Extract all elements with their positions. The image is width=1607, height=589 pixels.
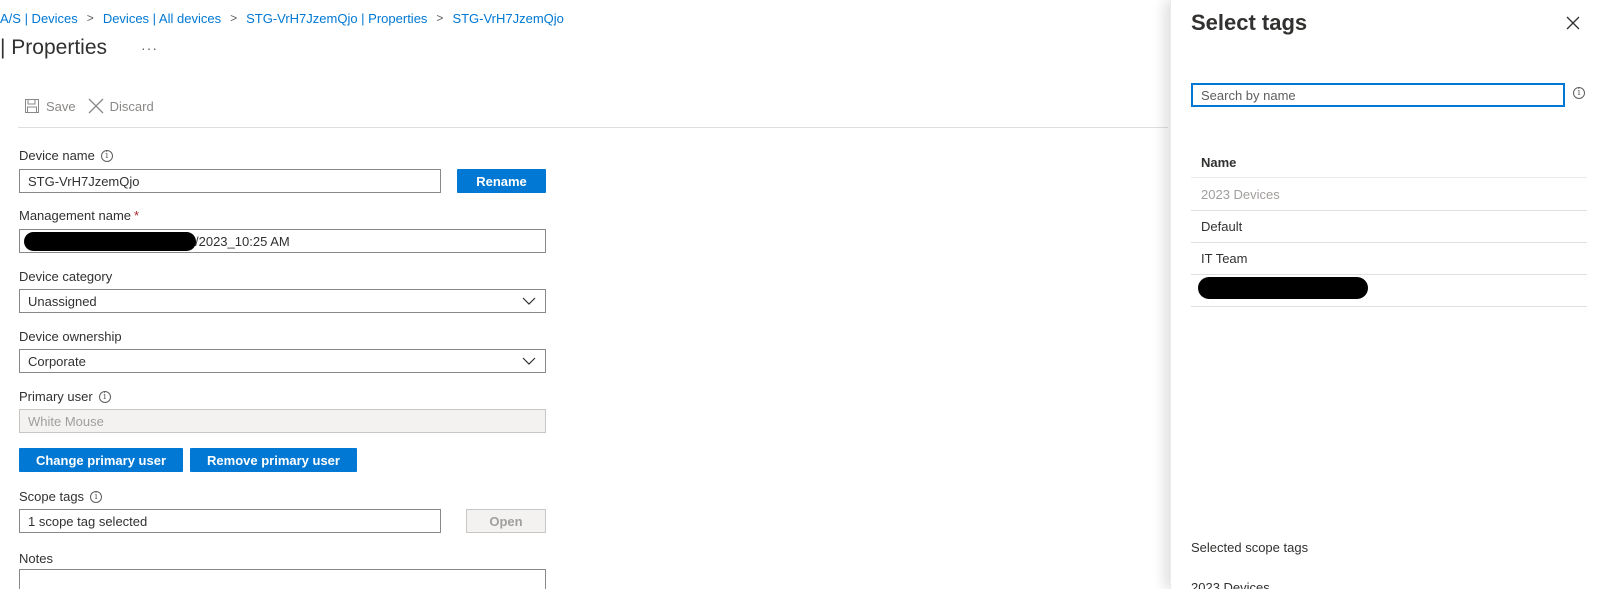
breadcrumb-separator: > (436, 11, 444, 25)
breadcrumb-separator: > (230, 11, 238, 25)
tag-row[interactable]: Default (1191, 211, 1587, 243)
page-title: | Properties (0, 36, 107, 59)
panel-title: Select tags (1191, 10, 1308, 35)
info-icon[interactable]: i (1573, 87, 1585, 99)
save-icon (24, 98, 40, 114)
redaction-mark (1198, 277, 1368, 299)
chevron-down-icon (522, 355, 536, 370)
close-icon (1566, 16, 1580, 33)
device-ownership-label: Device ownership (19, 329, 122, 344)
discard-label: Discard (109, 98, 154, 114)
selected-tag-item: 2023 Devices (1191, 580, 1270, 589)
redaction-mark (24, 232, 196, 251)
device-name-label-text: Device name (19, 148, 95, 163)
tag-row: 2023 Devices (1191, 179, 1587, 211)
scope-tags-label-text: Scope tags (19, 489, 85, 504)
notes-label: Notes (19, 551, 53, 566)
breadcrumb-device[interactable]: STG-VrH7JzemQjo (452, 11, 563, 26)
name-column-header[interactable]: Name (1191, 147, 1587, 178)
breadcrumb-all-devices[interactable]: Devices | All devices (103, 11, 221, 26)
info-icon[interactable]: i (100, 149, 113, 162)
device-ownership-value: Corporate (28, 353, 86, 369)
required-mark: * (134, 208, 140, 223)
primary-user-input: White Mouse (19, 409, 546, 433)
device-name-input[interactable]: STG-VrH7JzemQjo (19, 169, 441, 193)
close-button[interactable] (1563, 14, 1583, 34)
select-tags-panel: Select tags i Name 2023 Devices Default … (1170, 0, 1607, 589)
breadcrumb-separator: > (86, 11, 94, 25)
primary-user-label: Primary user i (19, 389, 111, 404)
tag-row[interactable]: IT Team (1191, 243, 1587, 275)
more-options-icon[interactable]: ··· (141, 40, 158, 56)
device-category-label-text: Device category (19, 269, 113, 284)
scope-tags-input[interactable]: 1 scope tag selected (19, 509, 441, 533)
management-name-label-text: Management name (19, 208, 132, 223)
device-category-dropdown[interactable]: Unassigned (19, 289, 546, 313)
management-name-label: Management name * (19, 208, 139, 223)
device-category-value: Unassigned (28, 293, 97, 309)
info-icon[interactable]: i (90, 490, 103, 503)
breadcrumb-device-properties[interactable]: STG-VrH7JzemQjo | Properties (246, 11, 427, 26)
selected-scope-tags-label: Selected scope tags (1191, 540, 1309, 555)
remove-primary-user-button[interactable]: Remove primary user (190, 448, 357, 472)
info-icon[interactable]: i (98, 390, 111, 403)
notes-label-text: Notes (19, 551, 53, 566)
device-ownership-dropdown[interactable]: Corporate (19, 349, 546, 373)
breadcrumb-devices[interactable]: A/S | Devices (0, 11, 78, 26)
save-button[interactable]: Save (24, 98, 76, 114)
toolbar: Save Discard (24, 98, 154, 114)
primary-user-label-text: Primary user (19, 389, 93, 404)
discard-button[interactable]: Discard (88, 98, 154, 114)
notes-textarea[interactable] (19, 569, 546, 589)
device-category-label: Device category (19, 269, 112, 284)
change-primary-user-button[interactable]: Change primary user (19, 448, 183, 472)
device-ownership-label-text: Device ownership (19, 329, 122, 344)
scope-tags-label: Scope tags i (19, 489, 103, 504)
discard-icon (88, 98, 104, 114)
chevron-down-icon (522, 295, 536, 310)
open-button: Open (466, 509, 546, 533)
rename-button[interactable]: Rename (457, 169, 546, 193)
breadcrumb: A/S | Devices > Devices | All devices > … (0, 9, 564, 27)
save-label: Save (46, 98, 76, 114)
search-input[interactable] (1191, 83, 1565, 107)
toolbar-divider (18, 127, 1168, 128)
device-name-label: Device name i (19, 148, 113, 163)
